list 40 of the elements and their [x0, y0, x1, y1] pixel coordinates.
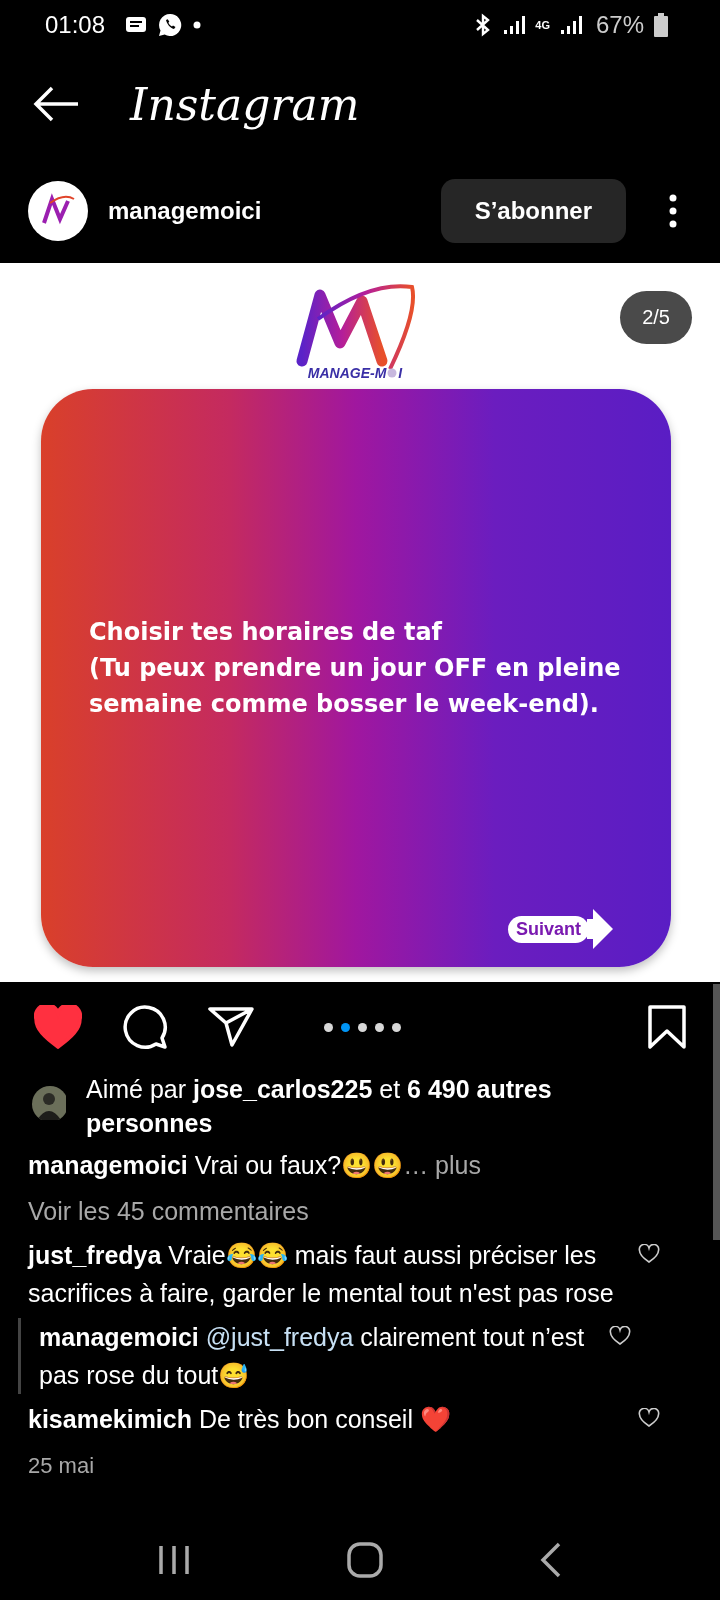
status-time: 01:08 — [45, 11, 106, 39]
like-heart-icon[interactable] — [638, 1244, 660, 1264]
logo-text: MANAGE-M — [307, 365, 387, 381]
post-slide[interactable]: 2/5 MANAGE-M I Choisir tes horaires de taf (Tu peux prendre un jour OFF en pleine semaine comme bosser le week-end). Suivant — [0, 263, 720, 982]
like-heart-icon[interactable] — [638, 1408, 660, 1428]
signal-icon — [559, 15, 582, 35]
home-icon[interactable] — [346, 1541, 384, 1579]
dot-icon — [193, 21, 202, 29]
page-indicator: 2/5 — [620, 291, 692, 344]
message-icon — [125, 15, 148, 35]
more-link[interactable]: … plus — [403, 1151, 481, 1179]
app-title: Instagram — [130, 78, 360, 130]
mention-link[interactable]: @just_fredya — [205, 1323, 354, 1351]
send-icon[interactable] — [208, 1006, 254, 1048]
post-date: 25 mai — [28, 1453, 95, 1474]
follow-button[interactable]: S’abonner — [440, 178, 626, 243]
more-icon[interactable] — [668, 192, 678, 229]
comment-icon[interactable] — [122, 1004, 168, 1050]
circle-icon — [387, 368, 398, 378]
bookmark-icon[interactable] — [648, 1005, 686, 1049]
likes-text[interactable]: Aimé par jose_carlos225 et 6 490 autres personnes — [86, 1072, 646, 1140]
username[interactable]: managemoici — [108, 196, 262, 225]
recent-apps-icon[interactable] — [157, 1544, 192, 1576]
caption-author[interactable]: managemoici — [28, 1151, 188, 1179]
chat-icon — [157, 12, 184, 38]
comment-text: kisamekimich De très bon conseil ❤ — [28, 1404, 452, 1435]
slide-text: Choisir tes horaires de taf (Tu peux prendre un jour OFF en pleine semaine comme bosser le week-end). — [89, 617, 622, 720]
battery-icon — [654, 13, 668, 37]
network-label: 4G — [535, 19, 550, 31]
scrollbar[interactable] — [713, 984, 720, 1240]
liker-avatar[interactable] — [32, 1086, 68, 1122]
heart-icon[interactable] — [34, 1005, 82, 1049]
signal-icon — [503, 15, 526, 35]
like-heart-icon[interactable] — [609, 1326, 631, 1346]
view-comments-link[interactable]: Voir les 45 commentaires — [0, 1190, 337, 1232]
back-icon[interactable] — [32, 86, 80, 122]
back-icon[interactable] — [538, 1542, 563, 1578]
caption-text: Vrai ou faux?😃😃 — [194, 1151, 404, 1179]
battery-level: 67% — [595, 11, 644, 39]
logo-text: I — [398, 365, 403, 381]
